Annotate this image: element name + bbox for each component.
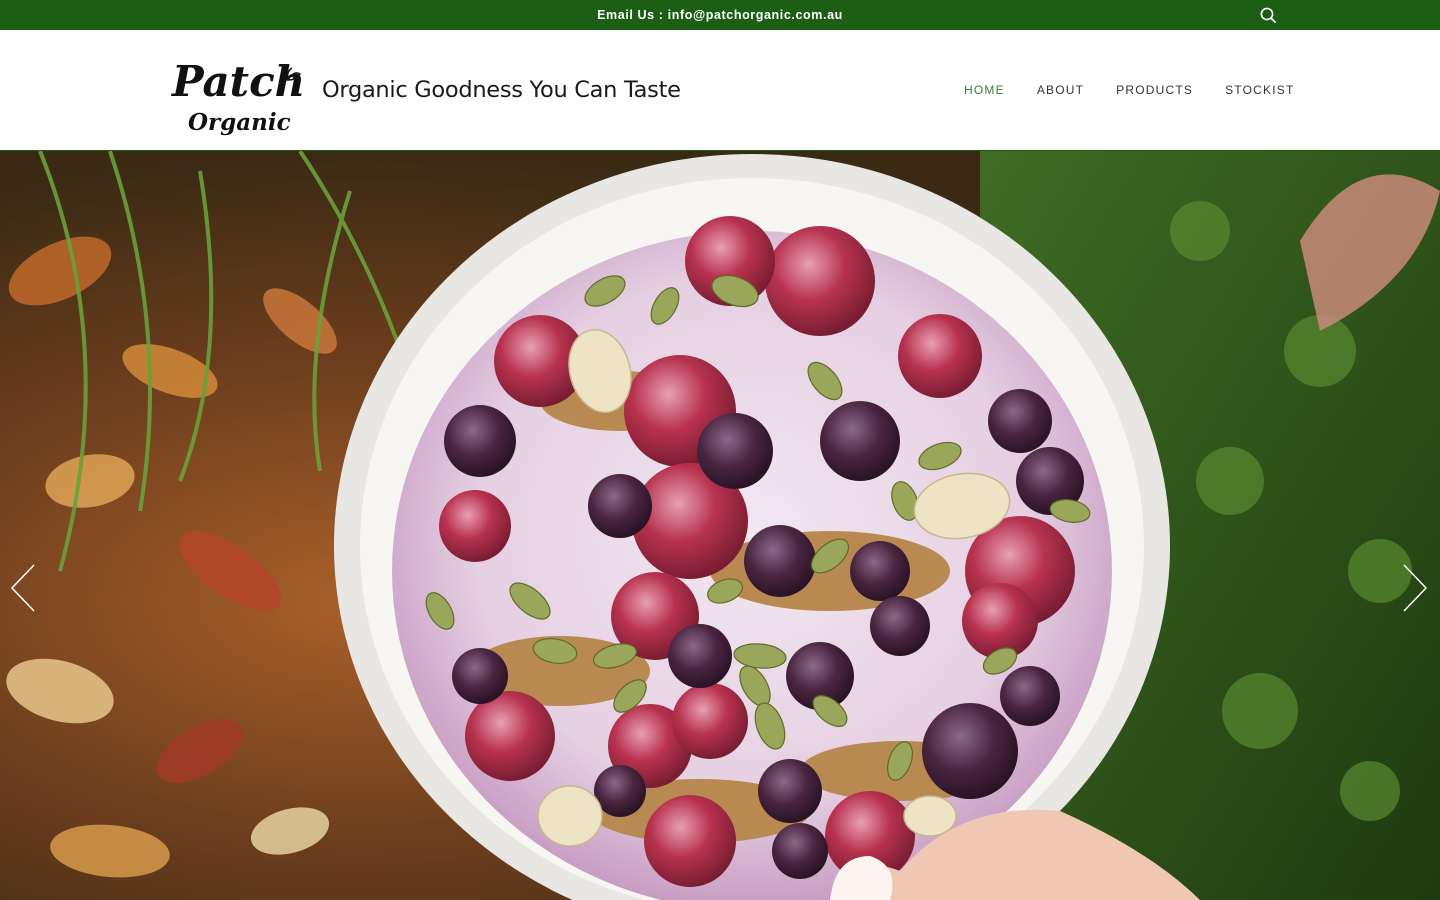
nav-item-stockist[interactable]: STOCKIST — [1209, 78, 1310, 102]
breakfast-bowl-photo — [0, 151, 1440, 900]
logo-text-organic: Organic — [188, 109, 291, 136]
chevron-right-icon[interactable] — [1402, 563, 1430, 613]
logo-text-patch: Patch — [171, 57, 302, 106]
contact-email[interactable]: Email Us : info@patchorganic.com.au — [0, 0, 1440, 30]
nav-item-about[interactable]: ABOUT — [1021, 78, 1100, 102]
hero-slider — [0, 151, 1440, 900]
nav-item-products[interactable]: PRODUCTS — [1100, 78, 1209, 102]
nav-item-home[interactable]: HOME — [948, 78, 1021, 102]
search-icon[interactable] — [1258, 5, 1278, 25]
main-nav: HOME ABOUT PRODUCTS STOCKIST — [948, 78, 1310, 102]
top-bar: Email Us : info@patchorganic.com.au — [0, 0, 1440, 30]
chevron-left-icon[interactable] — [8, 563, 36, 613]
logo[interactable]: Patch Organic — [170, 48, 305, 140]
site-header: Patch Organic Organic Goodness You Can T… — [0, 30, 1440, 151]
site-tagline: Organic Goodness You Can Taste — [322, 77, 681, 103]
